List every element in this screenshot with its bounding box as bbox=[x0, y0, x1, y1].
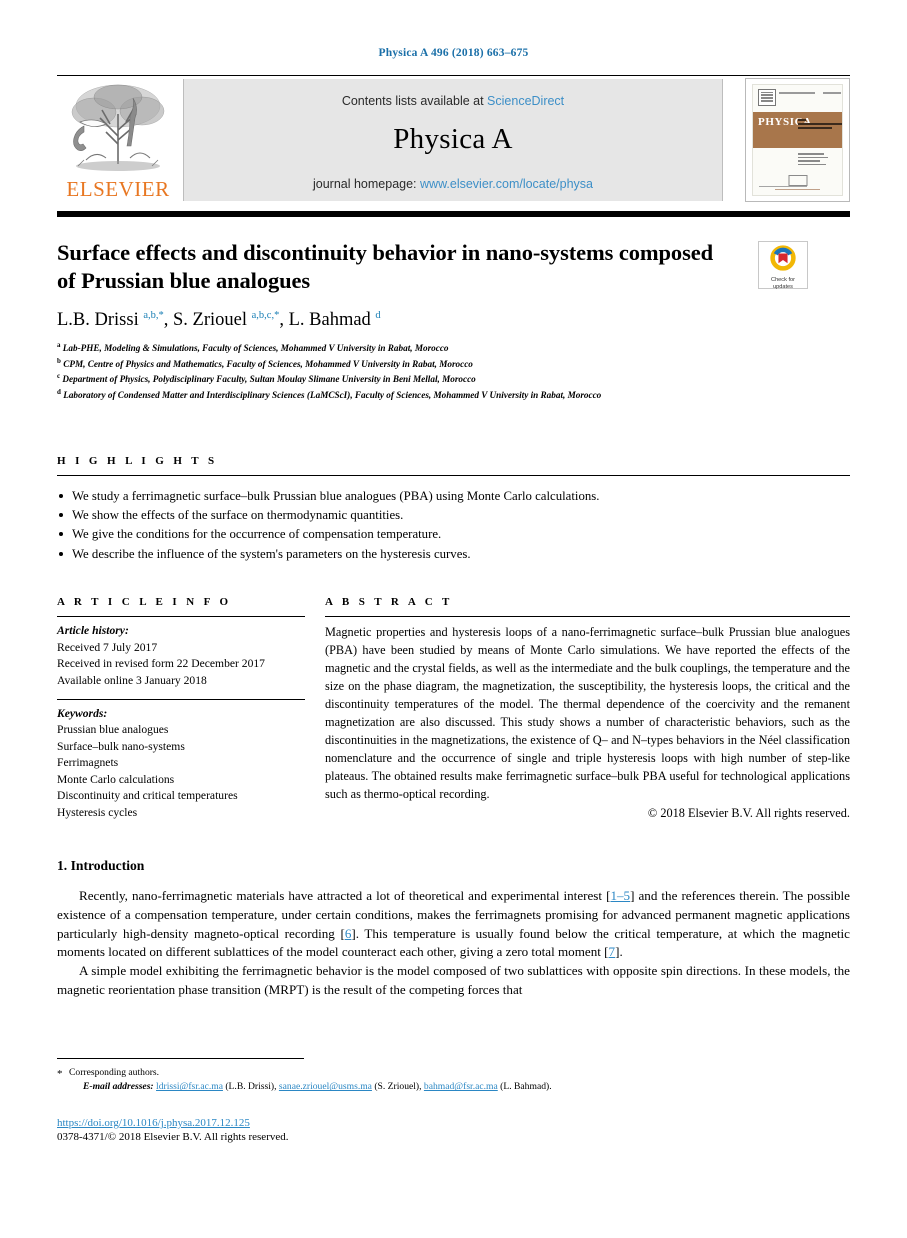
elsevier-tree-icon bbox=[66, 76, 170, 176]
intro-paragraph-1: Recently, nano-ferrimagnetic materials h… bbox=[57, 888, 850, 960]
abstract-column: A B S T R A C T Magnetic properties and … bbox=[325, 596, 850, 821]
keyword-item: Surface–bulk nano-systems bbox=[57, 739, 185, 753]
cover-editors bbox=[798, 153, 838, 167]
email-label: E-mail addresses: bbox=[83, 1081, 154, 1093]
sciencedirect-link[interactable]: ScienceDirect bbox=[487, 94, 564, 108]
keyword-item: Discontinuity and critical temperatures bbox=[57, 789, 238, 803]
keyword-item: Hysteresis cycles bbox=[57, 806, 138, 820]
article-history: Article history: Received 7 July 2017 Re… bbox=[57, 623, 305, 689]
keyword-item: Ferrimagnets bbox=[57, 756, 119, 770]
running-head: Physica A 496 (2018) 663–675 bbox=[378, 47, 529, 59]
keywords-rule bbox=[57, 698, 305, 700]
crossmark-label: Check for updates bbox=[771, 277, 795, 290]
keywords-block: Keywords: Prussian blue analogues Surfac… bbox=[57, 706, 305, 822]
elsevier-wordmark: ELSEVIER bbox=[66, 177, 170, 201]
crossmark-badge[interactable]: Check for updates bbox=[758, 241, 808, 290]
highlights-section: H I G H L I G H T S We study a ferrimagn… bbox=[57, 455, 850, 565]
contents-line: Contents lists available at ScienceDirec… bbox=[184, 79, 722, 108]
list-item: We describe the influence of the system'… bbox=[57, 545, 850, 564]
email-link[interactable]: bahmad@fsr.ac.ma bbox=[424, 1081, 498, 1092]
contents-prefix: Contents lists available at bbox=[341, 94, 488, 108]
list-item: We give the conditions for the occurrenc… bbox=[57, 525, 850, 544]
crossmark-icon bbox=[770, 245, 796, 275]
citation-link[interactable]: 1–5 bbox=[610, 888, 630, 903]
corresponding-author-note: * Corresponding authors. bbox=[57, 1066, 850, 1080]
homepage-prefix: journal homepage: bbox=[312, 177, 421, 191]
list-item: We show the effects of the surface on th… bbox=[57, 506, 850, 525]
cover-publisher-mark bbox=[758, 89, 776, 106]
title-block: Surface effects and discontinuity behavi… bbox=[57, 239, 850, 403]
email-link[interactable]: ldrissi@fsr.ac.ma bbox=[156, 1081, 223, 1092]
cover-subtitle bbox=[798, 119, 842, 132]
abstract-label: A B S T R A C T bbox=[325, 596, 453, 609]
footer-rule bbox=[57, 1058, 304, 1059]
masthead-center: Contents lists available at ScienceDirec… bbox=[183, 79, 723, 201]
section-heading-introduction: 1. Introduction bbox=[57, 858, 145, 874]
issn-copyright: 0378-4371/© 2018 Elsevier B.V. All right… bbox=[57, 1130, 289, 1143]
article-info-label: A R T I C L E I N F O bbox=[57, 596, 232, 609]
history-item: Available online 3 January 2018 bbox=[57, 674, 207, 688]
introduction-section: 1. Introduction Recently, nano-ferrimagn… bbox=[57, 858, 850, 999]
cover-footer bbox=[759, 175, 836, 190]
article-info-column: A R T I C L E I N F O Article history: R… bbox=[57, 596, 305, 821]
abstract-text: Magnetic properties and hysteresis loops… bbox=[325, 625, 850, 801]
article-history-label: Article history: bbox=[57, 624, 129, 638]
intro-paragraph-2: A simple model exhibiting the ferrimagne… bbox=[57, 963, 850, 997]
abstract-rule bbox=[325, 616, 850, 618]
journal-cover-thumbnail: PHYSICA bbox=[745, 78, 850, 202]
email-addresses: E-mail addresses: ldrissi@fsr.ac.ma (L.B… bbox=[83, 1081, 552, 1093]
journal-homepage-link[interactable]: www.elsevier.com/locate/physa bbox=[420, 177, 593, 191]
journal-masthead: ELSEVIER Contents lists available at Sci… bbox=[57, 75, 850, 205]
asterisk-icon: * bbox=[57, 1068, 63, 1080]
history-item: Received in revised form 22 December 201… bbox=[57, 657, 265, 671]
affiliation-item: a Lab-PHE, Modeling & Simulations, Facul… bbox=[57, 340, 449, 353]
abstract-copyright: © 2018 Elsevier B.V. All rights reserved… bbox=[647, 805, 850, 820]
info-abstract-columns: A R T I C L E I N F O Article history: R… bbox=[57, 596, 850, 820]
page-footer: * Corresponding authors. E-mail addresse… bbox=[57, 1058, 850, 1143]
list-item: We study a ferrimagnetic surface–bulk Pr… bbox=[57, 487, 850, 506]
affiliation-list: a Lab-PHE, Modeling & Simulations, Facul… bbox=[57, 340, 850, 403]
article-first-page: Physica A 496 (2018) 663–675 ELSEVIER Co… bbox=[0, 0, 907, 1238]
affiliation-item: d Laboratory of Condensed Matter and Int… bbox=[57, 387, 602, 400]
masthead-bottom-rule bbox=[57, 211, 850, 217]
email-link[interactable]: sanae.zriouel@usms.ma bbox=[279, 1081, 372, 1092]
history-item: Received 7 July 2017 bbox=[57, 640, 158, 654]
keyword-item: Prussian blue analogues bbox=[57, 723, 169, 737]
journal-title: Physica A bbox=[393, 123, 513, 155]
page-title: Surface effects and discontinuity behavi… bbox=[57, 240, 714, 294]
keyword-item: Monte Carlo calculations bbox=[57, 772, 175, 786]
author-list: L.B. Drissi a,b,*, S. Zriouel a,b,c,*, L… bbox=[57, 310, 850, 331]
article-info-rule bbox=[57, 616, 305, 618]
homepage-line: journal homepage: www.elsevier.com/locat… bbox=[184, 177, 722, 191]
doi-url[interactable]: https://doi.org/10.1016/j.physa.2017.12.… bbox=[57, 1117, 250, 1129]
affiliation-item: c Department of Physics, Polydisciplinar… bbox=[57, 372, 476, 385]
doi-link[interactable]: https://doi.org/10.1016/j.physa.2017.12.… bbox=[57, 1117, 850, 1129]
highlights-label: H I G H L I G H T S bbox=[57, 454, 218, 467]
highlights-rule bbox=[57, 474, 850, 476]
elsevier-logo: ELSEVIER bbox=[57, 76, 179, 205]
authors-text: L.B. Drissi a,b,*, S. Zriouel a,b,c,*, L… bbox=[57, 309, 381, 330]
highlights-list: We study a ferrimagnetic surface–bulk Pr… bbox=[57, 487, 850, 565]
affiliation-item: b CPM, Centre of Physics and Mathematics… bbox=[57, 356, 473, 369]
keywords-label: Keywords: bbox=[57, 706, 108, 720]
